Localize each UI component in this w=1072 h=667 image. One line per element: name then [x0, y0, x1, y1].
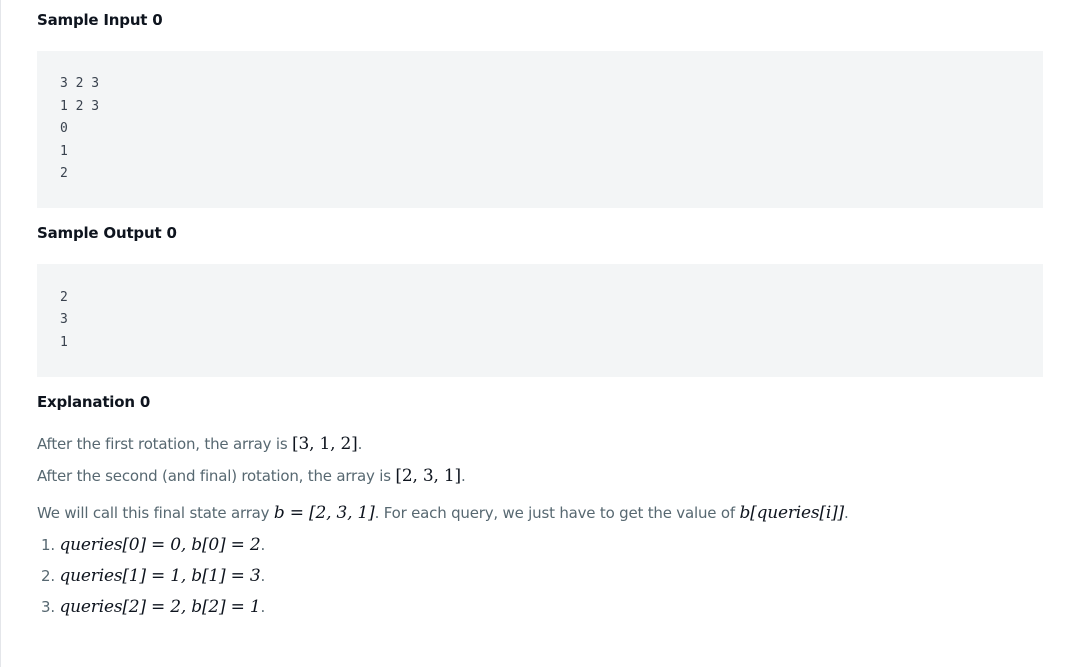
list-number: 2.: [41, 567, 55, 585]
final-state-math: b = [2, 3, 1]: [274, 503, 375, 523]
query-math: queries[1] = 1, b[1] = 3: [60, 566, 261, 586]
query-math-text: queries[1] = 1, b[1] = 3: [59, 566, 261, 586]
sample-input-line: 3 2 3: [60, 76, 100, 91]
explanation-heading: Explanation 0: [37, 393, 151, 411]
query-expression: b[queries[i]]: [739, 503, 844, 523]
list-number: 3.: [41, 598, 55, 616]
sample-output-heading: Sample Output 0: [37, 224, 177, 242]
list-number: 1.: [41, 536, 55, 554]
sample-output-line: 2: [60, 290, 68, 305]
sample-input-line: 2: [60, 166, 68, 181]
rotation-2-math: [2, 3, 1]: [395, 466, 461, 486]
sample-input-line: 1: [60, 144, 68, 159]
query-math-text: queries[2] = 2, b[2] = 1: [59, 597, 261, 617]
query-list-item: 1. queries[0] = 0, b[0] = 2.: [41, 535, 266, 555]
sample-input-codeblock: 3 2 3 1 2 3 0 1 2: [37, 51, 1043, 208]
final-state-math-b: b = [2, 3, 1]: [273, 503, 375, 523]
problem-statement-panel: Sample Input 0 3 2 3 1 2 3 0 1 2 Sample …: [0, 0, 1072, 667]
sample-output-codeblock: 2 3 1: [37, 264, 1043, 377]
rotation-1-math: [3, 1, 2]: [292, 434, 358, 454]
query-math: queries[0] = 0, b[0] = 2: [60, 535, 261, 555]
rotation-1-text: After the first rotation, the array is: [37, 435, 293, 453]
query-expression-math: b[queries[i]]: [739, 503, 844, 523]
query-math-text: queries[0] = 0, b[0] = 2: [59, 535, 261, 555]
query-list-item: 2. queries[1] = 1, b[1] = 3.: [41, 566, 266, 586]
rotation-2-sentence: After the second (and final) rotation, t…: [37, 466, 466, 486]
final-state-sentence: We will call this final state array b = …: [37, 503, 849, 523]
sample-output-line: 1: [60, 335, 68, 350]
query-list-item: 3. queries[2] = 2, b[2] = 1.: [41, 597, 266, 617]
query-math: queries[2] = 2, b[2] = 1: [60, 597, 261, 617]
sample-output-line: 3: [60, 312, 68, 327]
sample-input-heading: Sample Input 0: [37, 11, 163, 29]
rotation-1-sentence: After the first rotation, the array is […: [37, 434, 363, 454]
final-state-text-a: We will call this final state array: [37, 504, 274, 522]
sample-input-line: 1 2 3: [60, 99, 100, 114]
sample-input-line: 0: [60, 121, 68, 136]
final-state-text-b: . For each query, we just have to get th…: [374, 504, 740, 522]
rotation-2-text: After the second (and final) rotation, t…: [37, 467, 396, 485]
